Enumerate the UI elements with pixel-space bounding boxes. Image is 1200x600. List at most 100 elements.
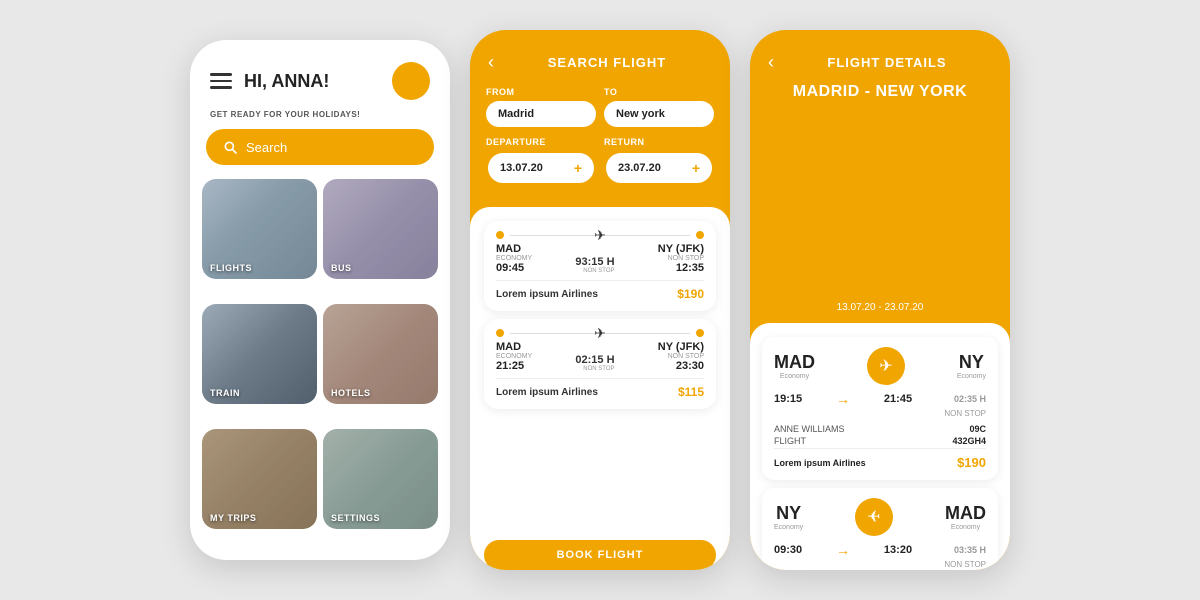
origin-dot xyxy=(496,231,504,239)
segment-outbound: MAD Economy ✈ NY Economy 19:15 → 21:45 0… xyxy=(762,337,998,480)
arrow-icon: → xyxy=(836,391,850,407)
category-grid: FLIGHTS BUS TRAIN HOTELS MY TRIPS SETTIN xyxy=(190,179,450,560)
grid-label-hotels: HOTELS xyxy=(331,388,371,398)
flight-card-1[interactable]: ✈ MAD ECONOMY 09:45 93:15 H NON STOP NY … xyxy=(484,221,716,311)
search-screen-title: SEARCH FLIGHT xyxy=(502,55,712,70)
return-origin-class: Economy xyxy=(774,524,803,531)
search-placeholder: Search xyxy=(246,140,287,155)
return-dest-code: MAD xyxy=(945,503,986,524)
outbound-origin: MAD Economy xyxy=(774,352,815,380)
flight-nonstop-2: NON STOP xyxy=(575,366,614,372)
outbound-flight-row: FLIGHT 432GH4 xyxy=(774,436,986,446)
to-label: TO xyxy=(604,87,714,97)
segment-return: NY Economy ✈ MAD Economy 09:30 → 13:20 0… xyxy=(762,488,998,570)
search-results: ✈ MAD ECONOMY 09:45 93:15 H NON STOP NY … xyxy=(470,207,730,570)
plane-icon-2: ✈ xyxy=(594,325,606,342)
flight-origin-class-2: ECONOMY xyxy=(496,353,532,360)
outbound-dep: 19:15 xyxy=(774,393,802,405)
departure-label: DEPARTURE xyxy=(486,137,596,147)
tagline-text: GET READY FOR YOUR HOLIDAYS! xyxy=(190,110,450,129)
origin-dot-2 xyxy=(496,329,504,337)
outbound-seat: 09C xyxy=(969,424,986,434)
return-arr: 13:20 xyxy=(884,544,912,556)
details-header: ‹ FLIGHT DETAILS xyxy=(750,30,1010,83)
flight-dest-code: NY (JFK) xyxy=(658,243,704,255)
return-dest: MAD Economy xyxy=(945,503,986,531)
flight-origin-code-2: MAD xyxy=(496,341,532,353)
return-dest-class: Economy xyxy=(945,524,986,531)
flight-nonstop-1: NON STOP xyxy=(575,268,614,274)
route-title: MADRID - NEW YORK xyxy=(750,83,1010,302)
origin-airport-class: Economy xyxy=(774,373,815,380)
airline-name-1: Lorem ipsum Airlines xyxy=(496,289,598,300)
outbound-price-row: Lorem ipsum Airlines $190 xyxy=(774,448,986,470)
flight-price-2: $115 xyxy=(678,385,704,399)
dest-dot-2 xyxy=(696,329,704,337)
plane-circle-outbound: ✈ xyxy=(867,347,905,385)
home-header: HI, ANNA! xyxy=(190,40,450,110)
search-form: FROM Madrid TO New york DEPARTURE 13.07.… xyxy=(470,87,730,207)
dest-airport-class: Economy xyxy=(957,373,986,380)
return-arrow-icon: → xyxy=(836,542,850,558)
outbound-duration: 02:35 H xyxy=(954,394,986,404)
from-label: FROM xyxy=(486,87,596,97)
return-input[interactable]: 23.07.20 + xyxy=(604,151,714,185)
grid-label-flights: FLIGHTS xyxy=(210,263,252,273)
greeting-text: HI, ANNA! xyxy=(244,71,380,92)
avatar[interactable] xyxy=(392,62,430,100)
phone-search: ‹ SEARCH FLIGHT FROM Madrid TO New york … xyxy=(470,30,730,570)
search-header: ‹ SEARCH FLIGHT xyxy=(470,30,730,87)
flight-origin-code: MAD xyxy=(496,243,532,255)
departure-plus-icon: + xyxy=(574,160,582,176)
return-duration: 03:35 H xyxy=(954,545,986,555)
flight-card-2[interactable]: ✈ MAD ECONOMY 21:25 02:15 H NON STOP NY … xyxy=(484,319,716,409)
outbound-airline: Lorem ipsum Airlines xyxy=(774,458,866,468)
flight-duration-1: 93:15 H xyxy=(575,256,614,268)
flight-details-content: MAD Economy ✈ NY Economy 19:15 → 21:45 0… xyxy=(750,323,1010,570)
route-dates: 13.07.20 - 23.07.20 xyxy=(750,302,1010,323)
outbound-arr: 21:45 xyxy=(884,393,912,405)
phone-home: HI, ANNA! GET READY FOR YOUR HOLIDAYS! S… xyxy=(190,40,450,560)
flight-dep-time: 09:45 xyxy=(496,262,532,274)
outbound-passenger-label: ANNE WILLIAMS xyxy=(774,424,845,434)
to-input[interactable]: New york xyxy=(604,101,714,127)
outbound-flight-num: 432GH4 xyxy=(952,436,986,446)
grid-label-mytrips: MY TRIPS xyxy=(210,513,256,523)
flight-dest-class: NON STOP xyxy=(658,255,704,262)
flight-price-1: $190 xyxy=(677,287,704,301)
grid-item-flights[interactable]: FLIGHTS xyxy=(202,179,317,279)
grid-item-bus[interactable]: BUS xyxy=(323,179,438,279)
book-flight-button[interactable]: BOOK FLIGHT xyxy=(484,540,716,570)
flight-dest-code-2: NY (JFK) xyxy=(658,341,704,353)
airline-name-2: Lorem ipsum Airlines xyxy=(496,387,598,398)
search-icon xyxy=(222,139,238,155)
details-screen-title: FLIGHT DETAILS xyxy=(782,55,992,70)
flight-dep-time-2: 21:25 xyxy=(496,360,532,372)
grid-item-train[interactable]: TRAIN xyxy=(202,304,317,404)
flight-line-2: ✈ xyxy=(510,333,690,334)
flight-origin-class: ECONOMY xyxy=(496,255,532,262)
grid-item-settings[interactable]: SETTINGS xyxy=(323,429,438,529)
dest-airport-code: NY xyxy=(957,352,986,373)
from-input[interactable]: Madrid xyxy=(486,101,596,127)
details-back-button[interactable]: ‹ xyxy=(768,52,774,73)
phone-details: ‹ FLIGHT DETAILS MADRID - NEW YORK 13.07… xyxy=(750,30,1010,570)
grid-item-hotels[interactable]: HOTELS xyxy=(323,304,438,404)
grid-label-train: TRAIN xyxy=(210,388,240,398)
flight-duration-2: 02:15 H xyxy=(575,354,614,366)
plane-circle-return: ✈ xyxy=(855,498,893,536)
return-plus-icon: + xyxy=(692,160,700,176)
flight-dest-class-2: NON STOP xyxy=(658,353,704,360)
back-button[interactable]: ‹ xyxy=(488,52,494,73)
menu-button[interactable] xyxy=(210,73,232,89)
outbound-times: 19:15 → 21:45 02:35 H xyxy=(774,391,986,407)
flight-line: ✈ xyxy=(510,235,690,236)
plane-icon: ✈ xyxy=(594,227,606,244)
return-origin: NY Economy xyxy=(774,503,803,531)
outbound-dest: NY Economy xyxy=(957,352,986,380)
grid-label-settings: SETTINGS xyxy=(331,513,380,523)
grid-item-mytrips[interactable]: MY TRIPS xyxy=(202,429,317,529)
departure-input[interactable]: 13.07.20 + xyxy=(486,151,596,185)
search-bar[interactable]: Search xyxy=(206,129,434,165)
grid-label-bus: BUS xyxy=(331,263,352,273)
